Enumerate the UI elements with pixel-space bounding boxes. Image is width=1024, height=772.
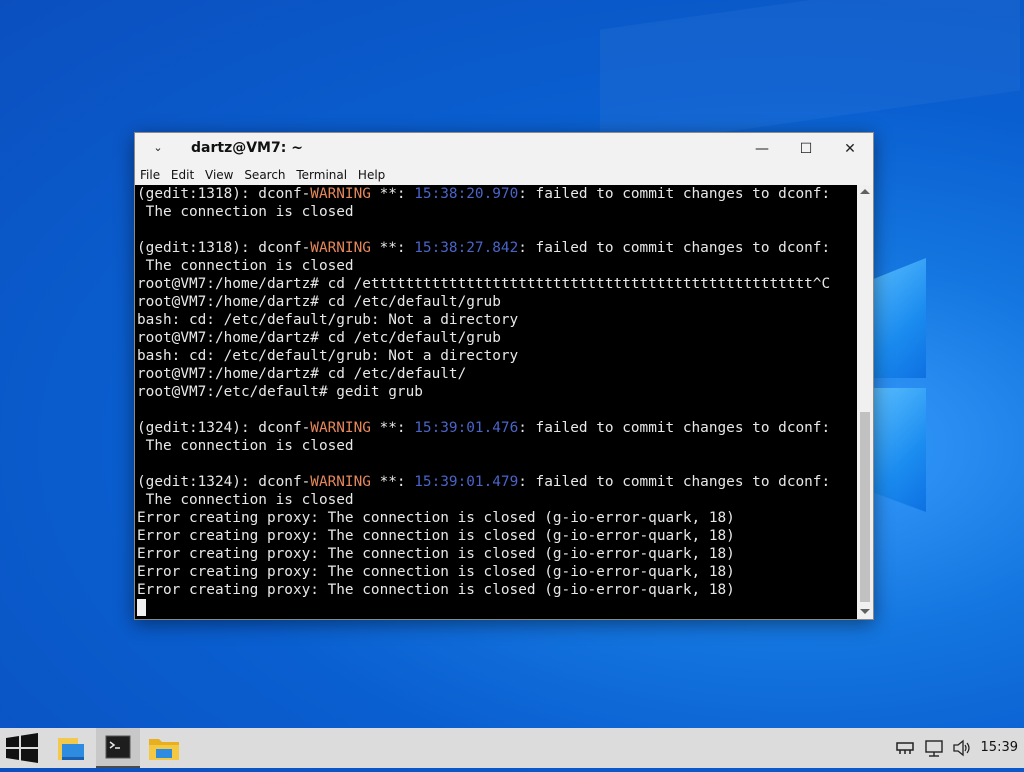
terminal-text: root@VM7:/home/dartz# cd /ettttttttttttt… <box>137 276 831 292</box>
terminal-line: (gedit:1318): dconf-WARNING **: 15:38:27… <box>137 239 857 257</box>
terminal-text: Error creating proxy: The connection is … <box>137 546 735 562</box>
terminal-text: (gedit:1324): dconf- <box>137 420 311 436</box>
taskbar-file-manager[interactable] <box>50 728 94 768</box>
warning-label: WARNING <box>310 186 371 202</box>
timestamp: 15:39:01.476 <box>414 420 519 436</box>
menu-edit[interactable]: Edit <box>171 165 194 185</box>
terminal-line: Error creating proxy: The connection is … <box>137 527 857 545</box>
menu-bar: File Edit View Search Terminal Help <box>135 165 873 185</box>
warning-label: WARNING <box>310 474 371 490</box>
prompt-line <box>137 599 857 617</box>
scroll-up-arrow-icon[interactable] <box>860 189 870 194</box>
terminal-text: **: <box>370 240 415 256</box>
terminal-line: Error creating proxy: The connection is … <box>137 581 857 599</box>
terminal-line: bash: cd: /etc/default/grub: Not a direc… <box>137 347 857 365</box>
window-menu-chevron-icon[interactable]: ⌄ <box>149 139 167 157</box>
scroll-down-arrow-icon[interactable] <box>860 609 870 614</box>
terminal-line: The connection is closed <box>137 491 857 509</box>
terminal-text: The connection is closed <box>137 204 354 220</box>
maximize-button[interactable]: ☐ <box>791 137 821 161</box>
taskbar: 15:39 <box>0 728 1024 768</box>
terminal-text: The connection is closed <box>137 438 354 454</box>
terminal-text: : failed to commit changes to dconf: <box>518 186 831 202</box>
terminal-line: (gedit:1318): dconf-WARNING **: 15:38:20… <box>137 185 857 203</box>
terminal-text: root@VM7:/etc/default# gedit grub <box>137 384 423 400</box>
tray-volume-icon[interactable] <box>950 728 974 768</box>
terminal-icon <box>105 735 131 759</box>
terminal-text: root@VM7:/home/dartz# cd /etc/default/ <box>137 366 467 382</box>
terminal-text: The connection is closed <box>137 258 354 274</box>
terminal-text: root@VM7:/home/dartz# cd /etc/default/gr… <box>137 294 501 310</box>
terminal-line: root@VM7:/etc/default# gedit grub <box>137 383 857 401</box>
terminal-line: (gedit:1324): dconf-WARNING **: 15:39:01… <box>137 419 857 437</box>
folder-icon <box>149 739 179 760</box>
menu-terminal[interactable]: Terminal <box>296 165 347 185</box>
terminal-window: ⌄ dartz@VM7: ~ — ☐ ✕ File Edit View Sear… <box>134 132 874 620</box>
terminal-text: **: <box>370 420 415 436</box>
terminal-text: : failed to commit changes to dconf: <box>518 240 831 256</box>
terminal-line: Error creating proxy: The connection is … <box>137 563 857 581</box>
terminal-output[interactable]: (gedit:1318): dconf-WARNING **: 15:38:20… <box>135 185 857 619</box>
terminal-text: : failed to commit changes to dconf: <box>518 474 831 490</box>
terminal-line: root@VM7:/home/dartz# cd /etc/default/gr… <box>137 293 857 311</box>
terminal-text: (gedit:1318): dconf- <box>137 186 311 202</box>
window-title: dartz@VM7: ~ <box>191 140 303 156</box>
terminal-line: Error creating proxy: The connection is … <box>137 509 857 527</box>
scrollbar-thumb[interactable] <box>860 412 870 602</box>
windows-logo-pane-bottom <box>872 388 926 512</box>
warning-label: WARNING <box>310 420 371 436</box>
terminal-text: : failed to commit changes to dconf: <box>518 420 831 436</box>
taskbar-folder[interactable] <box>142 728 186 768</box>
menu-file[interactable]: File <box>140 165 160 185</box>
terminal-text: bash: cd: /etc/default/grub: Not a direc… <box>137 312 519 328</box>
terminal-line: Error creating proxy: The connection is … <box>137 545 857 563</box>
terminal-line: root@VM7:/home/dartz# cd /etc/default/gr… <box>137 329 857 347</box>
terminal-text: **: <box>370 186 415 202</box>
timestamp: 15:38:20.970 <box>414 186 519 202</box>
terminal-text: The connection is closed <box>137 492 354 508</box>
tray-network-adapter-icon[interactable] <box>894 728 916 768</box>
windows-logo-pane-top <box>872 258 926 378</box>
taskbar-terminal[interactable] <box>96 728 140 768</box>
timestamp: 15:38:27.842 <box>414 240 519 256</box>
terminal-line: The connection is closed <box>137 437 857 455</box>
start-button[interactable] <box>0 728 44 768</box>
file-manager-icon <box>58 738 84 760</box>
text-cursor <box>137 599 146 616</box>
close-button[interactable]: ✕ <box>835 137 865 161</box>
terminal-text: Error creating proxy: The connection is … <box>137 564 735 580</box>
menu-search[interactable]: Search <box>244 165 285 185</box>
terminal-text: (gedit:1318): dconf- <box>137 240 311 256</box>
menu-view[interactable]: View <box>205 165 233 185</box>
menu-help[interactable]: Help <box>358 165 385 185</box>
timestamp: 15:39:01.479 <box>414 474 519 490</box>
terminal-line: (gedit:1324): dconf-WARNING **: 15:39:01… <box>137 473 857 491</box>
tray-network-icon[interactable] <box>922 728 946 768</box>
warning-label: WARNING <box>310 240 371 256</box>
terminal-line: root@VM7:/home/dartz# cd /etc/default/ <box>137 365 857 383</box>
terminal-text: **: <box>370 474 415 490</box>
scrollbar[interactable] <box>857 185 873 619</box>
terminal-line: bash: cd: /etc/default/grub: Not a direc… <box>137 311 857 329</box>
windows-start-icon <box>6 733 38 763</box>
terminal-text: Error creating proxy: The connection is … <box>137 528 735 544</box>
window-titlebar[interactable]: ⌄ dartz@VM7: ~ — ☐ ✕ <box>135 133 873 165</box>
terminal-text: bash: cd: /etc/default/grub: Not a direc… <box>137 348 519 364</box>
terminal-line: The connection is closed <box>137 203 857 221</box>
minimize-button[interactable]: — <box>747 137 777 161</box>
terminal-text: Error creating proxy: The connection is … <box>137 582 735 598</box>
terminal-text: (gedit:1324): dconf- <box>137 474 311 490</box>
terminal-text: Error creating proxy: The connection is … <box>137 510 735 526</box>
terminal-text: root@VM7:/home/dartz# cd /etc/default/gr… <box>137 330 501 346</box>
terminal-line: root@VM7:/home/dartz# cd /ettttttttttttt… <box>137 275 857 293</box>
terminal-line: The connection is closed <box>137 257 857 275</box>
taskbar-clock[interactable]: 15:39 <box>981 740 1018 755</box>
